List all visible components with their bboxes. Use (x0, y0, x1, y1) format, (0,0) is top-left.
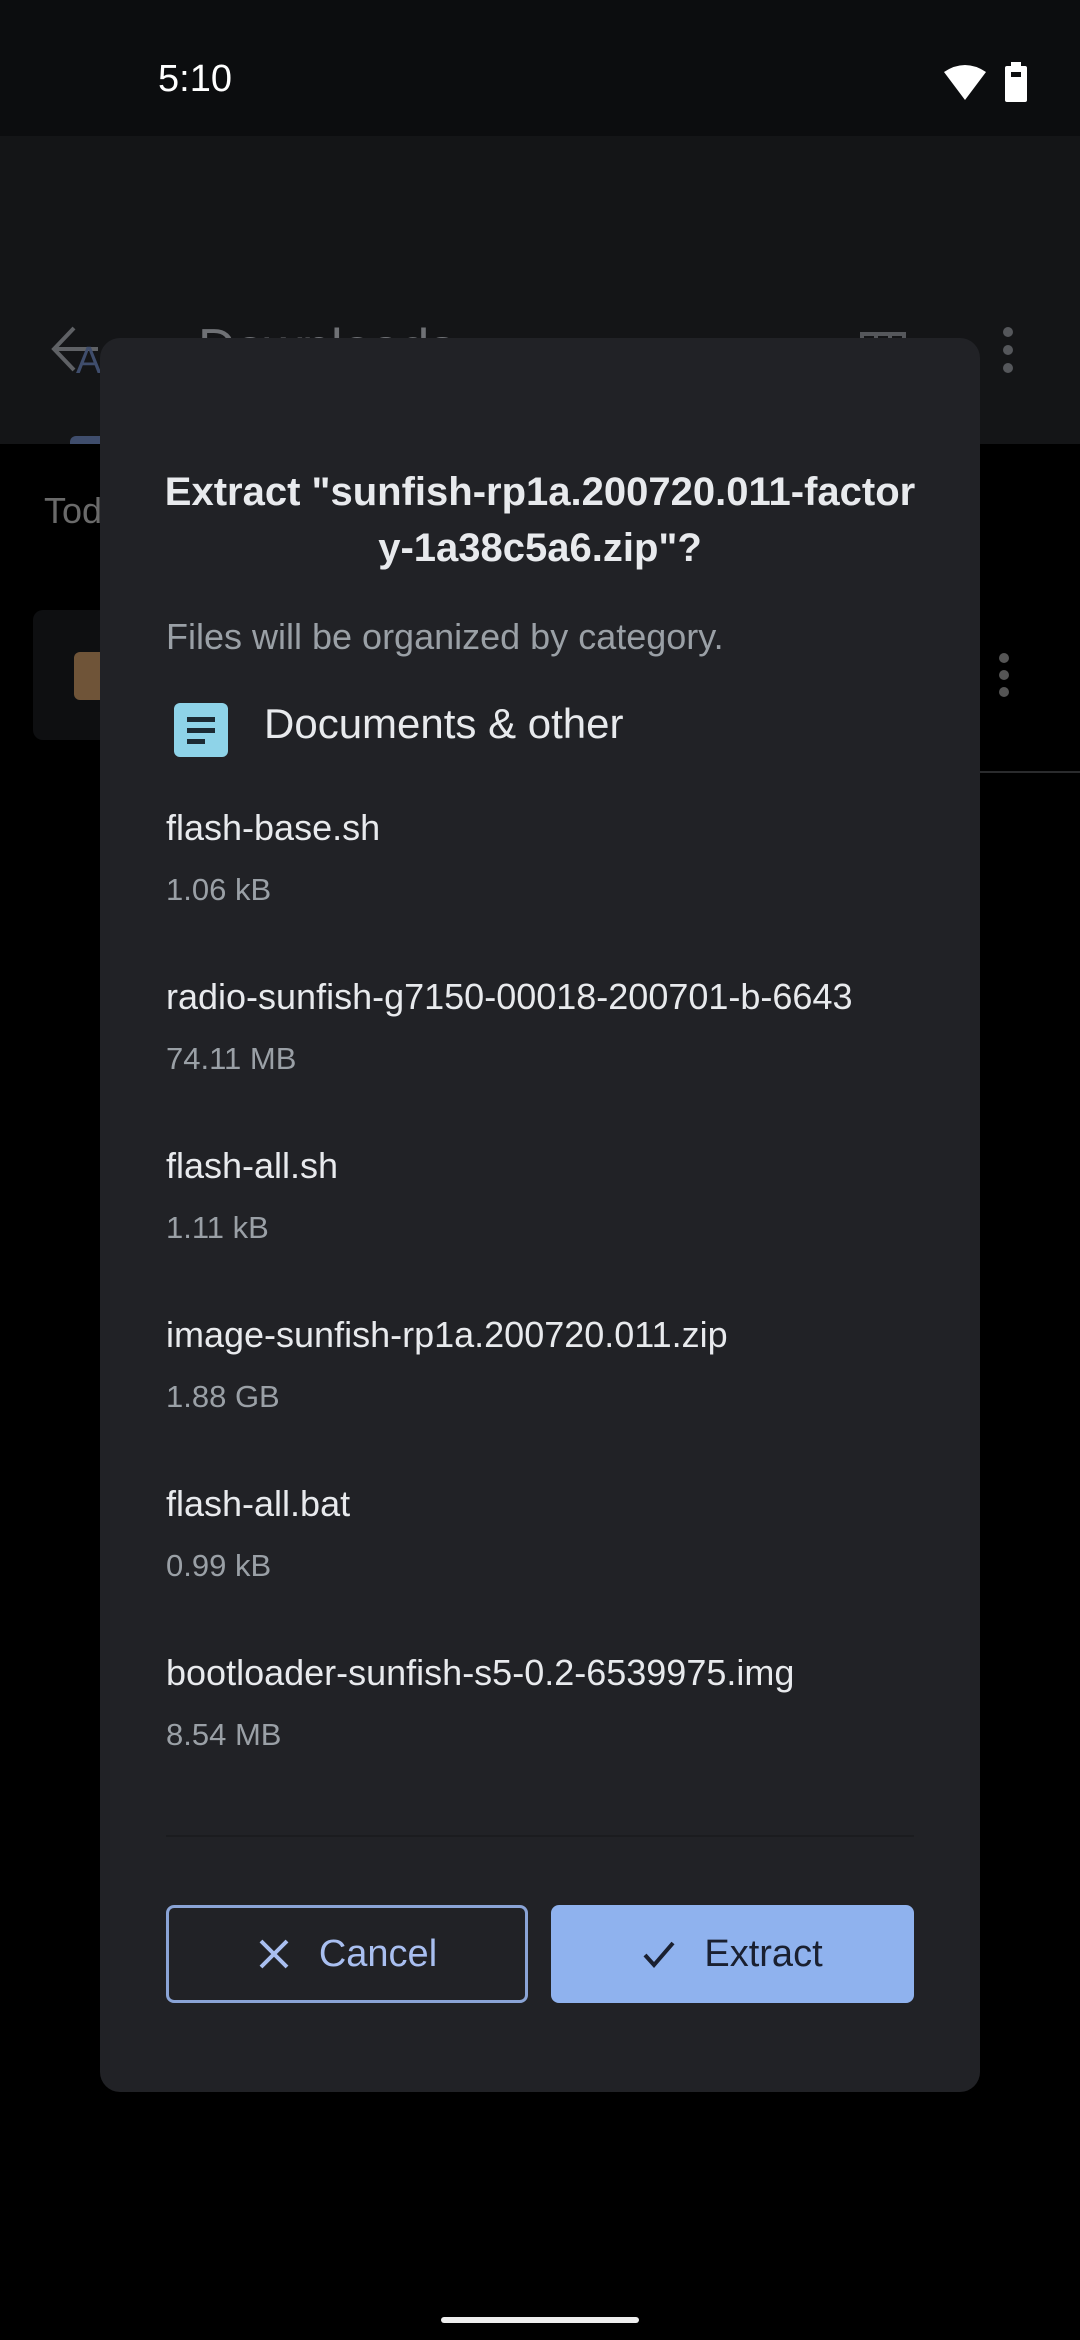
dialog-subtitle: Files will be organized by category. (166, 616, 724, 657)
extract-dialog: Extract "sunfish-rp1a.200720.011-factory… (100, 338, 980, 2092)
file-size: 0.99 kB (166, 1548, 272, 1583)
file-size: 1.11 kB (166, 1210, 269, 1245)
file-item: bootloader-sunfish-s5-0.2-6539975.img 8.… (166, 1645, 926, 1814)
tab-partial[interactable]: A (76, 340, 101, 383)
file-name: flash-base.sh (166, 807, 381, 848)
home-gesture-bar[interactable] (441, 2317, 639, 2323)
status-time: 5:10 (158, 58, 232, 100)
file-name: image-sunfish-rp1a.200720.011.zip (166, 1314, 728, 1355)
file-item: flash-base.sh 1.06 kB (166, 800, 926, 969)
check-icon (643, 1941, 675, 1969)
file-item: radio-sunfish-g7150-00018-200701-b-6643 … (166, 969, 926, 1138)
file-name: flash-all.sh (166, 1145, 339, 1186)
battery-icon (1005, 62, 1027, 102)
file-size: 1.06 kB (166, 872, 272, 907)
file-item: image-sunfish-rp1a.200720.011.zip 1.88 G… (166, 1307, 926, 1476)
file-size: 1.88 GB (166, 1379, 280, 1414)
cancel-button[interactable]: Cancel (166, 1905, 528, 2003)
file-size: 74.11 MB (166, 1041, 297, 1076)
document-icon (174, 703, 228, 757)
section-header: Tod (44, 490, 103, 531)
dialog-title: Extract "sunfish-rp1a.200720.011-factory… (164, 470, 916, 570)
status-bar: 5:10 (0, 0, 1080, 136)
category-label: Documents & other (264, 700, 624, 747)
row-more-icon[interactable] (996, 652, 1012, 698)
dialog-divider (166, 1835, 914, 1837)
file-name: bootloader-sunfish-s5-0.2-6539975.img (166, 1652, 795, 1693)
cancel-label: Cancel (318, 1932, 438, 1975)
file-size: 8.54 MB (166, 1717, 282, 1752)
close-icon (259, 1939, 289, 1969)
file-item: flash-all.sh 1.11 kB (166, 1138, 926, 1307)
file-name: radio-sunfish-g7150-00018-200701-b-6643 (166, 976, 853, 1017)
extract-label: Extract (704, 1932, 823, 1975)
file-name: flash-all.bat (166, 1483, 351, 1524)
file-item: flash-all.bat 0.99 kB (166, 1476, 926, 1645)
file-list: flash-base.sh 1.06 kB radio-sunfish-g715… (166, 800, 926, 1814)
extract-button[interactable]: Extract (551, 1905, 914, 2003)
divider (980, 771, 1080, 773)
more-vert-icon[interactable] (1000, 326, 1016, 374)
wifi-icon (944, 65, 986, 100)
